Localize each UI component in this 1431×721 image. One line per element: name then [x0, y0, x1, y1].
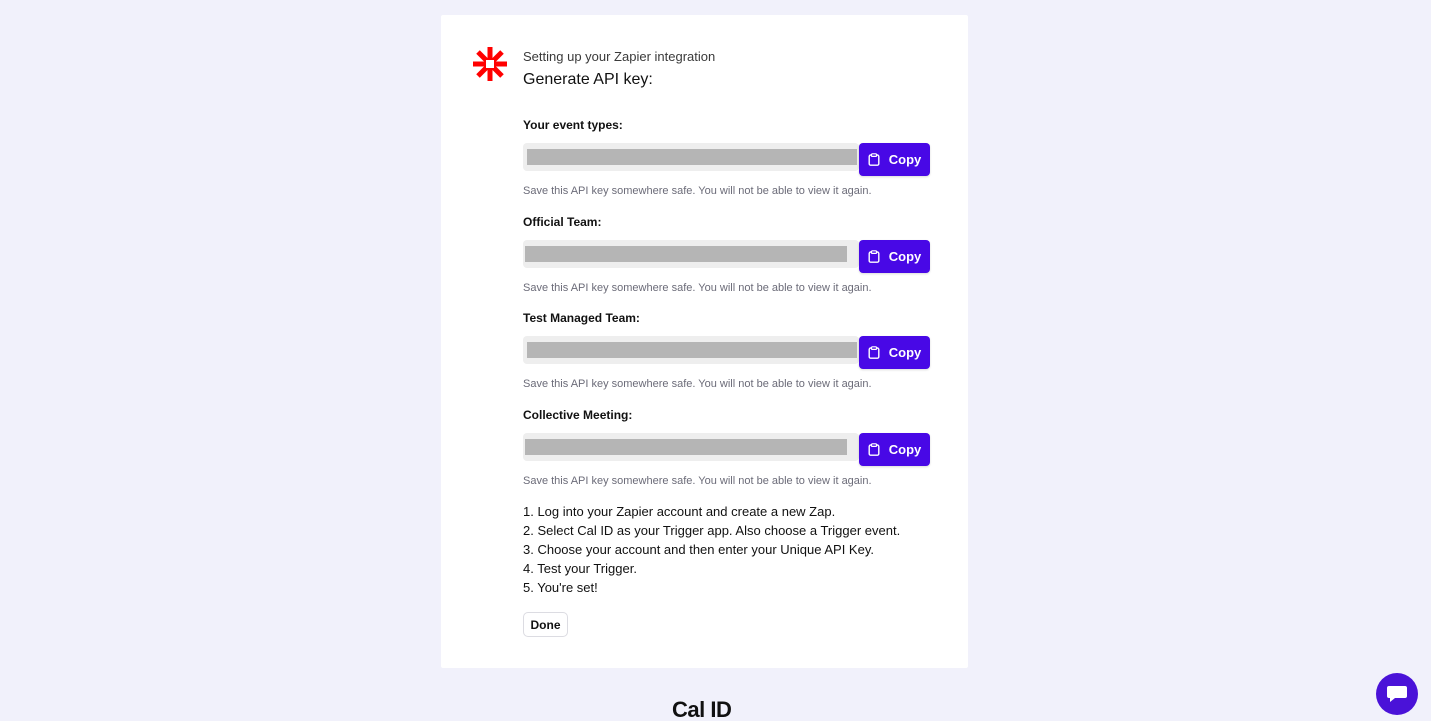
redacted-key: [527, 342, 857, 358]
setup-step: 2. Select Cal ID as your Trigger app. Al…: [523, 523, 901, 538]
section-label: Test Managed Team:: [523, 311, 640, 325]
copy-button-label: Copy: [888, 442, 922, 457]
api-key-row: Copy: [523, 433, 943, 466]
api-key-field[interactable]: [523, 433, 859, 461]
zapier-setup-card: Setting up your Zapier integration Gener…: [441, 15, 968, 668]
setup-step: 3. Choose your account and then enter yo…: [523, 542, 874, 557]
api-key-section-event-types: Your event types: Copy Save this API key…: [523, 117, 943, 198]
copy-button-label: Copy: [888, 152, 922, 167]
copy-button[interactable]: Copy: [859, 433, 930, 466]
done-button[interactable]: Done: [523, 612, 568, 637]
api-key-hint: Save this API key somewhere safe. You wi…: [523, 475, 872, 487]
api-key-field[interactable]: [523, 240, 859, 268]
api-key-section-collective-meeting: Collective Meeting: Copy Save this API k…: [523, 407, 943, 488]
setup-subtitle: Setting up your Zapier integration: [523, 49, 716, 64]
chat-bubble-icon: [1387, 686, 1407, 702]
api-key-hint: Save this API key somewhere safe. You wi…: [523, 282, 872, 294]
copy-button-label: Copy: [888, 249, 922, 264]
section-label: Official Team:: [523, 215, 602, 229]
api-key-hint: Save this API key somewhere safe. You wi…: [523, 378, 872, 390]
redacted-key: [525, 246, 847, 262]
copy-button[interactable]: Copy: [859, 240, 930, 273]
api-key-hint: Save this API key somewhere safe. You wi…: [523, 185, 872, 197]
clipboard-icon: [868, 443, 880, 456]
api-key-field[interactable]: [523, 336, 859, 364]
clipboard-icon: [868, 346, 880, 359]
setup-step: 4. Test your Trigger.: [523, 561, 637, 576]
redacted-key: [525, 439, 847, 455]
section-label: Your event types:: [523, 118, 623, 132]
setup-steps-list: 1. Log into your Zapier account and crea…: [523, 502, 900, 597]
api-key-row: Copy: [523, 240, 943, 273]
page-title: Generate API key:: [523, 71, 653, 88]
clipboard-icon: [868, 250, 880, 263]
chat-launcher-button[interactable]: [1376, 673, 1418, 715]
redacted-key: [527, 149, 857, 165]
copy-button[interactable]: Copy: [859, 143, 930, 176]
copy-button-label: Copy: [888, 345, 922, 360]
section-label: Collective Meeting:: [523, 408, 633, 422]
setup-step: 5. You're set!: [523, 580, 598, 595]
zapier-logo-icon: [473, 47, 507, 81]
setup-step: 1. Log into your Zapier account and crea…: [523, 504, 836, 519]
api-key-section-official-team: Official Team: Copy Save this API key so…: [523, 214, 943, 295]
api-key-section-test-managed-team: Test Managed Team: Copy Save this API ke…: [523, 310, 943, 391]
api-key-row: Copy: [523, 143, 943, 176]
cal-id-brand-logo: Cal ID: [672, 697, 732, 721]
copy-button[interactable]: Copy: [859, 336, 930, 369]
clipboard-icon: [868, 153, 880, 166]
api-key-row: Copy: [523, 336, 943, 369]
api-key-field[interactable]: [523, 143, 859, 171]
